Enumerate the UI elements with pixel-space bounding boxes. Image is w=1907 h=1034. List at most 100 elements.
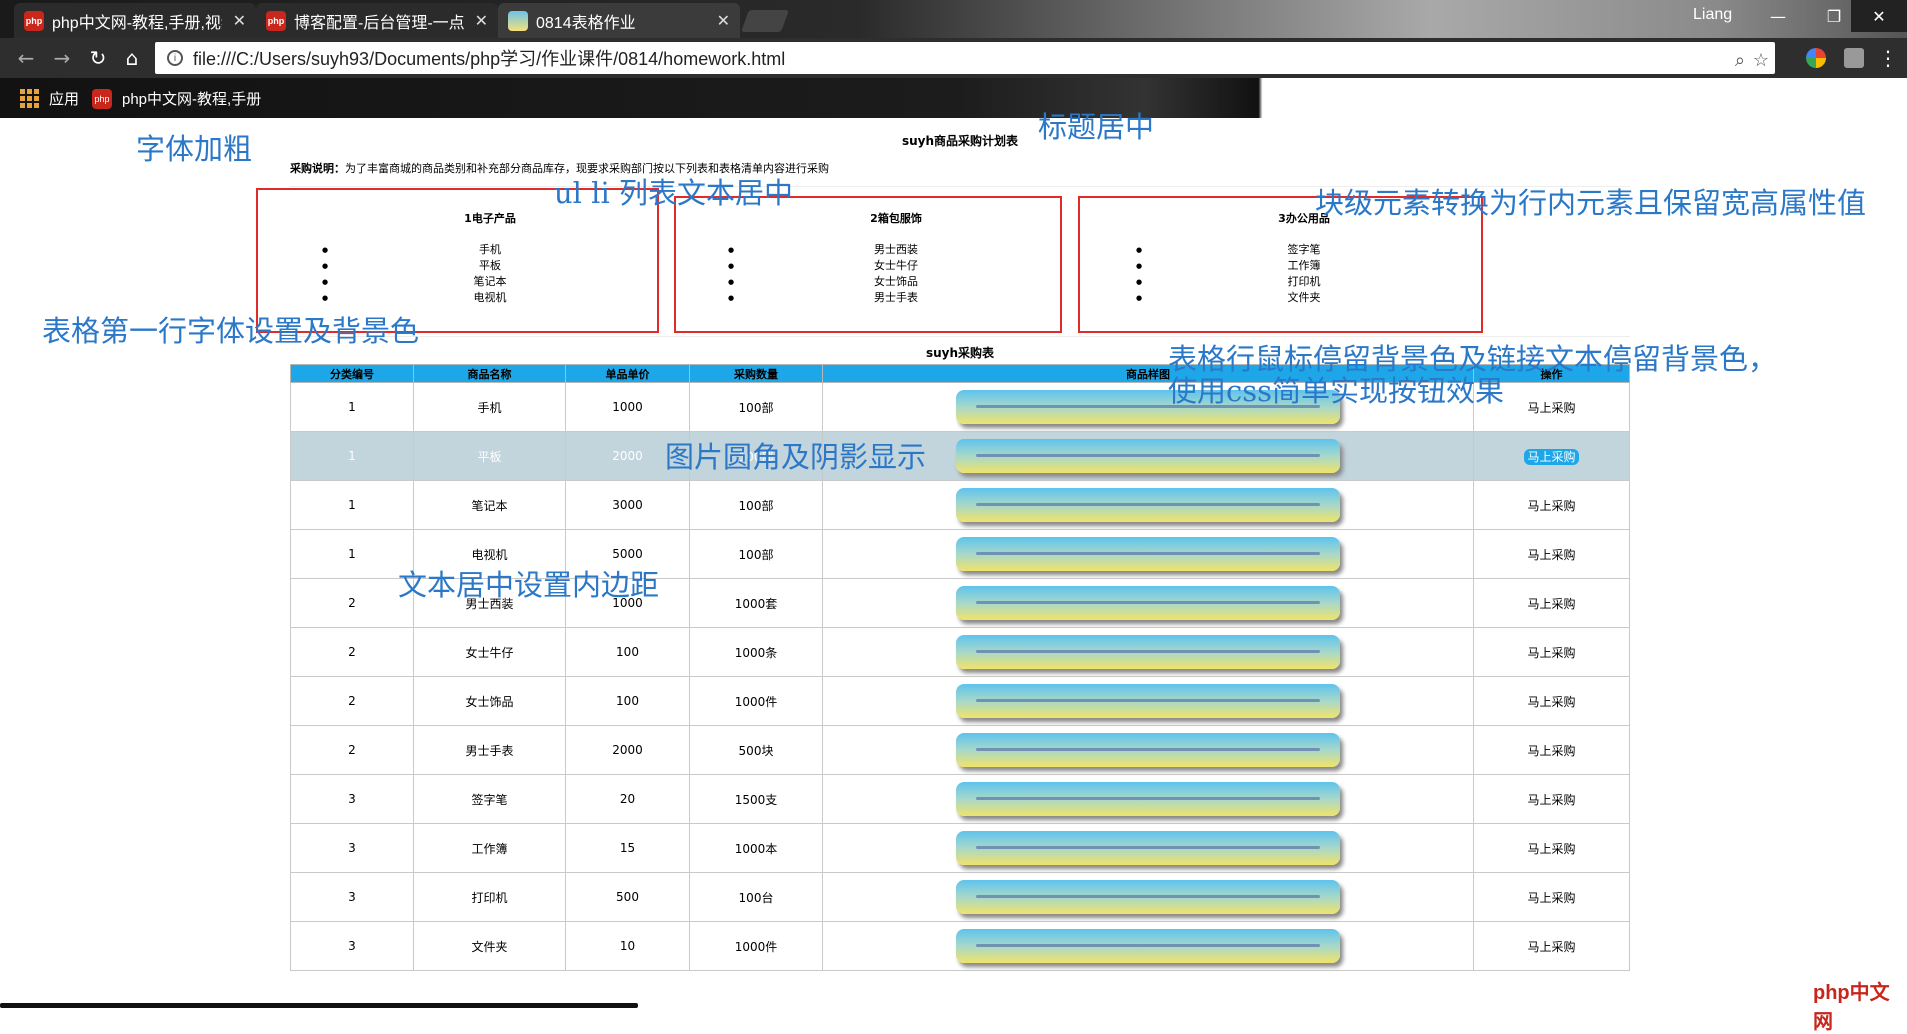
- table-row[interactable]: 2 女士饰品 100 1000件 马上采购: [290, 676, 1630, 726]
- menu-icon[interactable]: ⋮: [1876, 46, 1900, 70]
- highlight-box: [674, 196, 1062, 333]
- buy-now-link[interactable]: 马上采购: [1524, 498, 1578, 514]
- price-cell: 10: [565, 921, 690, 971]
- buy-now-link[interactable]: 马上采购: [1524, 448, 1579, 465]
- address-bar[interactable]: i file:///C:/Users/suyh93/Documents/php学…: [155, 42, 1775, 74]
- close-icon[interactable]: ✕: [717, 11, 730, 31]
- page-title: suyh商品采购计划表: [901, 134, 1019, 148]
- annotation: 块级元素转换为行内元素且保留宽高属性值: [1315, 186, 1867, 220]
- close-icon[interactable]: ✕: [233, 11, 246, 31]
- table-row[interactable]: 3 签字笔 20 1500支 马上采购: [290, 774, 1630, 824]
- price-cell: 2000: [565, 725, 690, 775]
- table-row[interactable]: 1 平板 2000 100部 马上采购: [290, 431, 1630, 481]
- close-icon[interactable]: ✕: [475, 11, 488, 31]
- profile-name[interactable]: Liang: [1693, 6, 1732, 24]
- product-image: [956, 488, 1340, 522]
- quantity-cell: 1000本: [689, 823, 823, 873]
- action-cell: 马上采购: [1473, 676, 1630, 726]
- buy-now-link[interactable]: 马上采购: [1524, 547, 1578, 563]
- tab-title: 0814表格作业: [536, 14, 636, 32]
- buy-now-link[interactable]: 马上采购: [1524, 939, 1578, 955]
- tab-title: php中文网-教程,手册,视频: [52, 14, 222, 32]
- bookmark-label: 应用: [49, 91, 80, 108]
- buy-now-link[interactable]: 马上采购: [1524, 694, 1578, 710]
- price-cell: 100: [565, 676, 690, 726]
- tab-title: 博客配置-后台管理-一点: [294, 14, 464, 32]
- reload-icon[interactable]: ↻: [86, 46, 110, 70]
- apps-grid-icon: [20, 89, 39, 108]
- quantity-cell: 100部: [689, 529, 823, 579]
- intro-label: 采购说明：: [290, 162, 345, 175]
- table-row[interactable]: 1 笔记本 3000 100部 马上采购: [290, 480, 1630, 530]
- table-row[interactable]: 2 女士牛仔 100 1000条 马上采购: [290, 627, 1630, 677]
- product-image: [956, 880, 1340, 914]
- category-id-cell: 1: [290, 529, 414, 579]
- bookmarks-bar: 应用 php php中文网-教程,手册: [0, 78, 1907, 118]
- shield-icon[interactable]: [1844, 48, 1864, 68]
- quantity-cell: 100部: [689, 382, 823, 432]
- action-cell: 马上采购: [1473, 578, 1630, 628]
- price-cell: 100: [565, 627, 690, 677]
- product-name-cell: 工作簿: [413, 823, 566, 873]
- buy-now-link[interactable]: 马上采购: [1524, 743, 1578, 759]
- price-cell: 15: [565, 823, 690, 873]
- category-id-cell: 3: [290, 823, 414, 873]
- product-image: [956, 684, 1340, 718]
- image-cell: [822, 480, 1474, 530]
- zoom-icon[interactable]: ⌕: [1735, 50, 1745, 71]
- page-favicon-icon: [508, 10, 528, 31]
- buy-now-link[interactable]: 马上采购: [1524, 645, 1578, 661]
- action-cell: 马上采购: [1473, 529, 1630, 579]
- product-name-cell: 手机: [413, 382, 566, 432]
- browser-toolbar: ← → ↻ ⌂ i file:///C:/Users/suyh93/Docume…: [0, 38, 1907, 78]
- quantity-cell: 1000件: [689, 676, 823, 726]
- scrollbar[interactable]: [0, 1003, 638, 1008]
- product-name-cell: 打印机: [413, 872, 566, 922]
- table-row[interactable]: 2 男士手表 2000 500块 马上采购: [290, 725, 1630, 775]
- product-name-cell: 女士牛仔: [413, 627, 566, 677]
- quantity-cell: 1500支: [689, 774, 823, 824]
- price-cell: 20: [565, 774, 690, 824]
- action-cell: 马上采购: [1473, 725, 1630, 775]
- price-cell: 1000: [565, 382, 690, 432]
- back-icon[interactable]: ←: [14, 46, 38, 70]
- bookmark-apps[interactable]: 应用: [20, 88, 79, 109]
- product-image: [956, 782, 1340, 816]
- table-row[interactable]: 3 打印机 500 100台 马上采购: [290, 872, 1630, 922]
- buy-now-link[interactable]: 马上采购: [1524, 841, 1578, 857]
- window-close-icon[interactable]: ✕: [1851, 0, 1907, 32]
- table-row[interactable]: 3 工作簿 15 1000本 马上采购: [290, 823, 1630, 873]
- buy-now-link[interactable]: 马上采购: [1524, 792, 1578, 808]
- tab-blog[interactable]: php 博客配置-后台管理-一点 ✕: [256, 3, 498, 38]
- quantity-cell: 1000条: [689, 627, 823, 677]
- annotation: 表格第一行字体设置及背景色: [42, 314, 420, 348]
- image-cell: [822, 823, 1474, 873]
- image-cell: [822, 578, 1474, 628]
- price-cell: 500: [565, 872, 690, 922]
- new-tab-button[interactable]: [740, 10, 790, 32]
- table-row[interactable]: 3 文件夹 10 1000件 马上采购: [290, 921, 1630, 971]
- buy-now-link[interactable]: 马上采购: [1524, 596, 1578, 612]
- category-id-cell: 3: [290, 872, 414, 922]
- buy-now-link[interactable]: 马上采购: [1524, 400, 1578, 416]
- category-id-cell: 2: [290, 725, 414, 775]
- star-icon[interactable]: ☆: [1753, 50, 1769, 71]
- buy-now-link[interactable]: 马上采购: [1524, 890, 1578, 906]
- column-header: 采购数量: [689, 364, 823, 383]
- action-cell: 马上采购: [1473, 774, 1630, 824]
- image-cell: [822, 921, 1474, 971]
- minimize-icon[interactable]: —: [1750, 0, 1806, 32]
- category-id-cell: 1: [290, 431, 414, 481]
- bookmark-php[interactable]: php php中文网-教程,手册: [92, 88, 261, 109]
- image-cell: [822, 872, 1474, 922]
- tab-php[interactable]: php php中文网-教程,手册,视频 ✕: [14, 3, 256, 38]
- forward-icon[interactable]: →: [50, 46, 74, 70]
- php-favicon-icon: php: [266, 10, 286, 31]
- category-id-cell: 2: [290, 627, 414, 677]
- product-image: [956, 537, 1340, 571]
- product-image: [956, 635, 1340, 669]
- extension-icon[interactable]: [1806, 48, 1826, 68]
- info-icon[interactable]: i: [167, 50, 183, 66]
- tab-homework[interactable]: 0814表格作业 ✕: [498, 3, 740, 38]
- home-icon[interactable]: ⌂: [120, 46, 144, 70]
